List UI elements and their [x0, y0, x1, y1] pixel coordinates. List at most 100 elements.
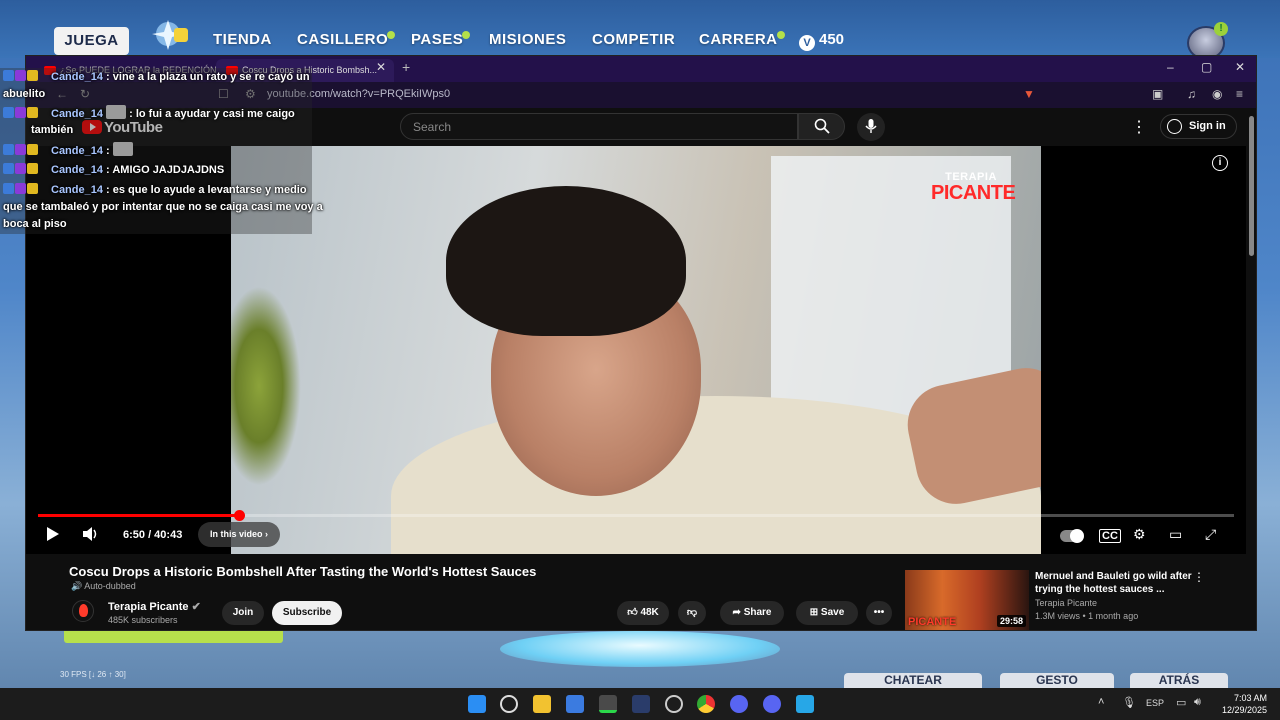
chapter-button[interactable]: In this video › [198, 522, 281, 547]
theater-mode-icon[interactable]: ▭ [1169, 526, 1182, 543]
time-display: 6:50 / 40:43 [123, 529, 183, 541]
extension-icon[interactable]: ◉ [1212, 87, 1222, 101]
chat-badges [3, 183, 47, 195]
channel-avatar[interactable] [72, 600, 94, 622]
tab-casillero[interactable]: CASILLERO [297, 31, 396, 48]
autoplay-toggle[interactable] [1060, 529, 1084, 543]
settings-kebab-icon[interactable]: ⋮ [1131, 117, 1147, 137]
minimize-button[interactable]: – [1167, 60, 1174, 74]
tab-tienda[interactable]: TIENDA [213, 31, 272, 48]
join-button[interactable]: Join [222, 601, 264, 625]
chat-message-continued: abuelito [3, 88, 46, 100]
save-button[interactable]: ⊞ Save [796, 601, 858, 625]
chrome-icon[interactable] [697, 695, 715, 713]
share-icon: ➦ [732, 607, 741, 618]
recommended-menu-icon[interactable]: ⋮ [1193, 570, 1205, 584]
clock[interactable]: 7:03 AM 12/29/2025 [1217, 692, 1267, 716]
chat-message: Cande_14 : vine a la plaza un rato y se … [3, 69, 310, 86]
vbucks-balance[interactable]: V 450 [799, 31, 844, 51]
chat-button[interactable]: CHATEAR [844, 673, 982, 689]
nvidia-icon[interactable] [599, 695, 617, 713]
emote-button[interactable]: GESTO [1000, 673, 1114, 689]
progress-scrubber[interactable] [233, 510, 245, 521]
microphone-icon [865, 119, 877, 133]
start-icon[interactable] [468, 695, 486, 713]
play-icon [47, 527, 59, 541]
menu-icon[interactable]: ≡ [1236, 87, 1243, 101]
tab-carrera[interactable]: CARRERA [699, 31, 785, 48]
progress-bar[interactable] [38, 510, 1234, 521]
info-icon[interactable]: i [1212, 155, 1228, 171]
search-icon [814, 118, 830, 134]
volume-icon [83, 527, 97, 541]
maximize-button[interactable]: ▢ [1201, 60, 1212, 74]
chat-badges [3, 163, 47, 175]
notification-dot [462, 31, 471, 39]
obs-icon[interactable] [665, 695, 683, 713]
chevron-up-icon[interactable]: ˄ [1098, 696, 1104, 708]
chat-message: Cande_14 : lo fui a ayudar y casi me cai… [3, 105, 295, 123]
chevron-right-icon: › [265, 529, 269, 539]
volume-button[interactable] [82, 526, 100, 545]
brave-shield-icon[interactable]: ▼ [1023, 87, 1035, 101]
share-button[interactable]: ➦ Share [720, 601, 784, 625]
subscribe-button[interactable]: Subscribe [272, 601, 342, 625]
sign-in-button[interactable]: Sign in [1160, 114, 1237, 139]
close-tab-icon[interactable]: ✕ [376, 60, 386, 74]
search-icon[interactable] [500, 695, 518, 713]
notification-dot [776, 31, 785, 39]
scrollbar[interactable] [1248, 110, 1256, 630]
recommended-channel[interactable]: Terapia Picante [1035, 598, 1097, 608]
back-button[interactable]: ATRÁS [1130, 673, 1228, 689]
search-button[interactable] [798, 113, 845, 140]
chat-message-continued: que se tambaleó y por intentar que no se… [3, 201, 323, 213]
play-button[interactable] [46, 526, 60, 545]
language-indicator[interactable]: ESP [1146, 698, 1164, 708]
chat-message: Cande_14 : [3, 142, 133, 160]
media-icon[interactable]: ♫ [1187, 87, 1196, 101]
settings-gear-icon[interactable]: ⚙ [1133, 526, 1146, 543]
store-icon[interactable] [566, 695, 584, 713]
chat-message: Cande_14 : es que lo ayude a levantarse … [3, 182, 307, 199]
fullscreen-icon[interactable]: ⤢ [1205, 526, 1216, 543]
game-progress-bar [64, 631, 283, 643]
search-input[interactable]: Search [400, 113, 798, 140]
game-mode-icon[interactable] [148, 12, 194, 52]
tab-competir[interactable]: COMPETIR [592, 31, 675, 48]
recommended-meta: 1.3M views • 1 month ago [1035, 611, 1139, 621]
chat-badges [3, 144, 47, 156]
voice-search-button[interactable] [857, 113, 885, 141]
like-button[interactable]: 👍︎ 48K [617, 601, 669, 625]
close-window-button[interactable]: ✕ [1235, 60, 1245, 74]
scrollbar-thumb[interactable] [1249, 116, 1254, 256]
network-icon[interactable]: ▭ [1176, 696, 1186, 709]
verified-icon: ✔ [191, 601, 201, 613]
dislike-button[interactable]: 👎︎ [678, 601, 706, 625]
tab-pases[interactable]: PASES [411, 31, 471, 48]
tab-misiones[interactable]: MISIONES [489, 31, 566, 48]
reader-icon[interactable]: ▣ [1152, 87, 1163, 101]
discord-icon[interactable] [763, 695, 781, 713]
recommended-thumbnail[interactable]: PICANTE 29:58 [905, 570, 1029, 630]
more-actions-button[interactable]: ••• [866, 601, 892, 625]
subscriber-count: 485K subscribers [108, 615, 178, 625]
app-icon[interactable] [632, 695, 650, 713]
save-icon: ⊞ [809, 607, 819, 618]
recommended-title[interactable]: Mernuel and Bauleti go wild after trying… [1035, 570, 1193, 596]
tab-juega[interactable]: JUEGA [54, 27, 129, 55]
file-explorer-icon[interactable] [533, 695, 551, 713]
game-top-bar: JUEGA TIENDA CASILLERO PASES MISIONES CO… [0, 0, 1280, 60]
chat-message-continued: también [31, 124, 74, 136]
microphone-icon[interactable]: 🎙︎ [1122, 696, 1136, 709]
captions-button[interactable]: CC [1099, 529, 1121, 543]
app-icon[interactable] [796, 695, 814, 713]
video-title: Coscu Drops a Historic Bombshell After T… [69, 564, 537, 579]
auto-dubbed-label: 🔊 Auto-dubbed [71, 581, 136, 591]
speaker-icon[interactable]: 🔊︎ [1194, 696, 1201, 709]
video-frame: TERAPIA PICANTE [231, 146, 1041, 554]
discord-icon[interactable] [730, 695, 748, 713]
taskbar: ˄ 🎙︎ ESP ▭ 🔊︎ 7:03 AM 12/29/2025 [0, 688, 1280, 720]
channel-name[interactable]: Terapia Picante ✔ [108, 600, 201, 613]
progress-fill [38, 514, 239, 517]
new-tab-button[interactable]: + [402, 59, 410, 75]
